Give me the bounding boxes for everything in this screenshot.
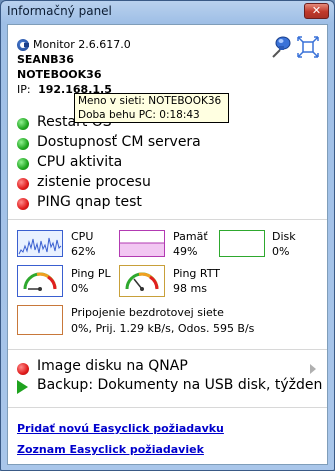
user-name: SEANB36 xyxy=(17,53,74,66)
divider xyxy=(8,407,327,408)
status-dot-red-icon xyxy=(17,178,29,190)
disk-value: 0% xyxy=(272,245,290,258)
divider xyxy=(8,219,327,220)
close-button[interactable]: ✕ xyxy=(304,3,329,19)
status-item-cpu-activity[interactable]: CPU aktivita xyxy=(37,154,122,170)
status-dot-green-icon xyxy=(17,138,29,150)
computer-info-tooltip: Meno v sieti: NOTEBOOK36 Doba behu PC: 0… xyxy=(74,93,229,123)
ping-rtt-value: 98 ms xyxy=(173,282,207,295)
scroll-right-arrow-icon[interactable] xyxy=(310,364,316,374)
ping-pl-gauge-icon[interactable] xyxy=(17,265,63,297)
wireless-label: Pripojenie bezdrotovej siete xyxy=(71,306,224,319)
pin-icon[interactable] xyxy=(270,35,292,59)
app-version: Monitor 2.6.617.0 xyxy=(33,38,131,51)
status-item-cm-server[interactable]: Dostupnosť CM servera xyxy=(37,134,201,150)
divider xyxy=(8,349,327,350)
ping-pl-label: Ping PL xyxy=(71,267,111,280)
add-request-link[interactable]: Pridať novú Easyclick požiadavku xyxy=(17,422,224,435)
cpu-label: CPU xyxy=(71,230,94,243)
ping-pl-value: 0% xyxy=(71,282,89,295)
ip-label: IP: xyxy=(17,83,31,96)
tooltip-uptime: Doba behu PC: 0:18:43 xyxy=(78,109,200,121)
task-status-red-icon xyxy=(17,363,29,375)
wireless-graph[interactable] xyxy=(17,305,63,335)
computer-name: NOTEBOOK36 xyxy=(17,68,102,81)
panel-content: Monitor 2.6.617.0 SEANB36 NOTEBOOK36 IP:… xyxy=(7,24,328,465)
memory-value: 49% xyxy=(173,245,198,258)
status-dot-red-icon xyxy=(17,198,29,210)
request-list-link[interactable]: Zoznam Easyclick požiadaviek xyxy=(17,443,204,456)
cpu-graph[interactable] xyxy=(17,230,63,257)
info-panel-window: Informačný panel ✕ Monitor 2.6.617.0 SEA… xyxy=(0,0,335,471)
monitor-logo-icon xyxy=(17,39,29,51)
memory-label: Pamäť xyxy=(173,230,208,243)
wireless-value: 0%, Prij. 1.29 kB/s, Odos. 595 B/s xyxy=(71,322,255,335)
tooltip-network-name: Meno v sieti: NOTEBOOK36 xyxy=(78,95,222,107)
play-icon xyxy=(17,380,28,394)
ping-rtt-label: Ping RTT xyxy=(173,267,220,280)
status-item-ping-qnap[interactable]: PING qnap test xyxy=(37,194,142,210)
window-title: Informačný panel xyxy=(7,4,112,18)
status-item-process[interactable]: zistenie procesu xyxy=(37,174,151,190)
memory-graph[interactable] xyxy=(119,230,165,257)
status-dot-green-icon xyxy=(17,158,29,170)
resize-icon[interactable] xyxy=(296,35,320,59)
ping-rtt-gauge-icon[interactable] xyxy=(119,265,165,297)
cpu-value: 62% xyxy=(71,245,96,258)
disk-label: Disk xyxy=(272,230,296,243)
task-backup[interactable]: Backup: Dokumenty na USB disk, týžden xyxy=(37,377,323,393)
task-image-disk[interactable]: Image disku na QNAP xyxy=(37,358,188,374)
status-dot-green-icon xyxy=(17,118,29,130)
disk-graph[interactable] xyxy=(219,230,265,257)
